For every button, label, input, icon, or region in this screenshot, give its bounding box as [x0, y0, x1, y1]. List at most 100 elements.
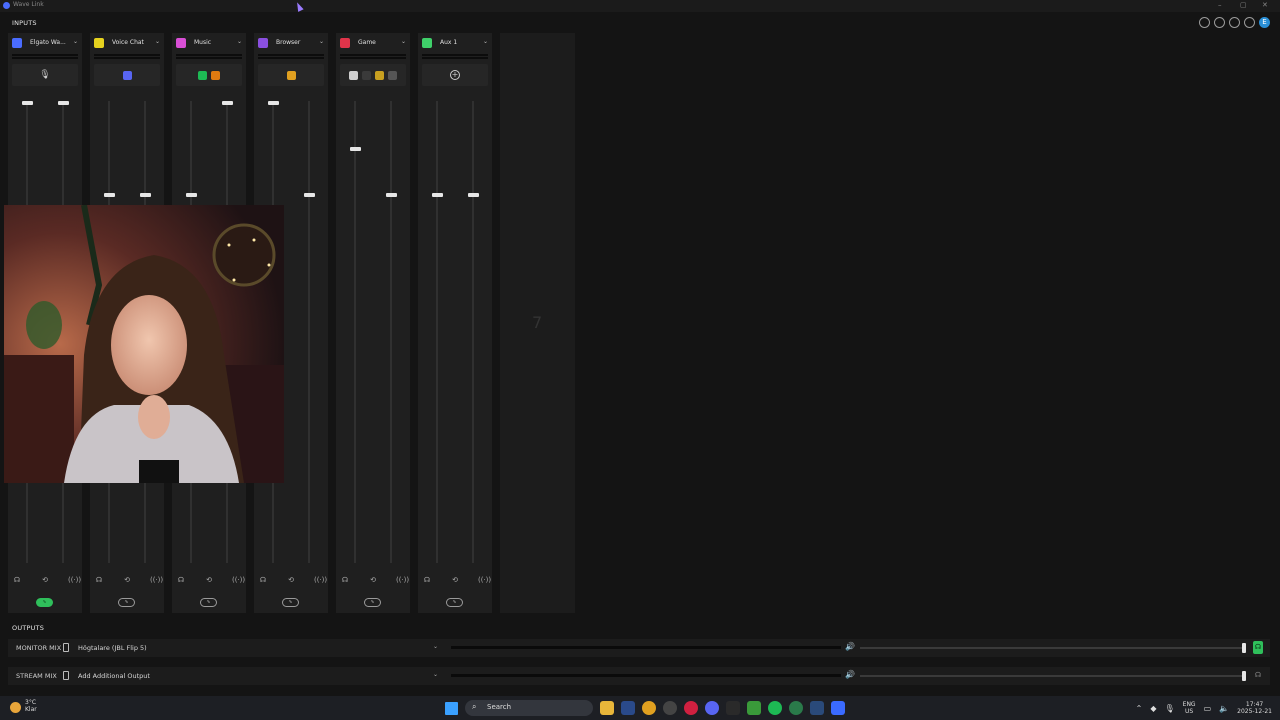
headphones-icon[interactable]: ☊	[94, 576, 104, 584]
effects-toggle[interactable]: ∿	[364, 598, 381, 607]
chevron-down-icon[interactable]: ⌄	[433, 671, 438, 678]
epic-icon[interactable]	[375, 70, 384, 80]
stream-fader-knob[interactable]	[140, 193, 151, 198]
headphones-settings-icon[interactable]	[1229, 17, 1240, 28]
volume-slider-knob[interactable]	[1242, 643, 1246, 653]
link-icon[interactable]: ⟲	[40, 576, 50, 584]
chevron-down-icon[interactable]: ⌄	[483, 38, 488, 45]
mic-icon[interactable]: 🎙	[39, 70, 50, 80]
stream-fader-knob[interactable]	[304, 193, 315, 198]
vlc-icon[interactable]	[211, 70, 220, 80]
spotify-icon[interactable]	[198, 70, 207, 80]
stream-fader-knob[interactable]	[386, 193, 397, 198]
tray-app-icon[interactable]: ◆	[1150, 704, 1156, 713]
monitor-mix-device-select[interactable]: Högtalare (JBL Flip 5)	[78, 644, 147, 652]
link-icon[interactable]: ⟲	[368, 576, 378, 584]
headphones-icon[interactable]: ☊	[176, 576, 186, 584]
minimize-button[interactable]: –	[1218, 1, 1222, 9]
monitor-fader-knob[interactable]	[104, 193, 115, 198]
channel-header[interactable]: Voice Chat ⌄	[94, 38, 160, 48]
discord-icon[interactable]	[705, 701, 719, 715]
microphone-tray-icon[interactable]: 🎙	[1165, 704, 1175, 713]
broadcast-icon[interactable]: ((·))	[314, 576, 327, 584]
stream-listen-toggle[interactable]: ☊	[1253, 669, 1263, 682]
game-app-icon[interactable]	[349, 70, 358, 80]
broadcast-icon[interactable]: ((·))	[478, 576, 491, 584]
volume-icon[interactable]: 🔊	[845, 670, 855, 679]
spotify-icon[interactable]	[768, 701, 782, 715]
stream-fader-knob[interactable]	[468, 193, 479, 198]
capcut-icon[interactable]	[726, 701, 740, 715]
weather-widget[interactable]: 3°C Klar	[25, 699, 37, 713]
chrome-profile-icon[interactable]	[789, 701, 803, 715]
headphones-icon[interactable]: ☊	[340, 576, 350, 584]
headphones-icon[interactable]: ☊	[422, 576, 432, 584]
channel-apps[interactable]: 🎙	[12, 64, 78, 86]
chrome-icon[interactable]	[286, 70, 296, 80]
maximize-button[interactable]: ▢	[1240, 1, 1247, 9]
discord-icon[interactable]	[122, 70, 132, 80]
effects-toggle[interactable]: ∿	[282, 598, 299, 607]
headphones-icon[interactable]: ☊	[12, 576, 22, 584]
taskbar-search[interactable]: ⌕ Search	[465, 700, 593, 716]
broadcast-icon[interactable]: ((·))	[150, 576, 163, 584]
chevron-up-icon[interactable]: ⌃	[1136, 704, 1143, 713]
effects-toggle[interactable]: ∿	[200, 598, 217, 607]
monitor-mix-volume-slider[interactable]	[860, 643, 1246, 653]
chrome-icon[interactable]	[642, 701, 656, 715]
volume-icon[interactable]: 🔊	[845, 642, 855, 651]
chevron-down-icon[interactable]: ⌄	[433, 643, 438, 650]
download-icon[interactable]	[1199, 17, 1210, 28]
stream-fader-knob[interactable]	[222, 101, 233, 105]
stream-mix-fader[interactable]	[390, 101, 392, 563]
chevron-down-icon[interactable]: ⌄	[155, 38, 160, 45]
channel-header[interactable]: Elgato Wa... ⌄	[12, 38, 78, 48]
weather-icon[interactable]	[10, 702, 21, 713]
broadcast-icon[interactable]: ((·))	[396, 576, 409, 584]
monitor-fader-knob[interactable]	[268, 101, 279, 105]
channel-apps[interactable]	[340, 64, 406, 86]
channel-apps[interactable]	[258, 64, 324, 86]
speaker-icon[interactable]: 🔈	[1219, 704, 1229, 713]
elgato-icon[interactable]	[810, 701, 824, 715]
clock[interactable]: 17:47 2025-12-21	[1237, 701, 1272, 715]
channel-header[interactable]: Game ⌄	[340, 38, 406, 48]
chevron-down-icon[interactable]: ⌄	[237, 38, 242, 45]
monitor-fader-knob[interactable]	[432, 193, 443, 198]
account-icon[interactable]: E	[1259, 17, 1270, 28]
channel-header[interactable]: Aux 1 ⌄	[422, 38, 488, 48]
headphones-icon[interactable]: ☊	[258, 576, 268, 584]
add-app-icon[interactable]: +	[450, 70, 460, 80]
monitor-mix-fader[interactable]	[436, 101, 438, 563]
channel-apps[interactable]	[94, 64, 160, 86]
windows-start-icon[interactable]	[445, 701, 458, 715]
network-icon[interactable]: ▭	[1204, 704, 1212, 713]
monitor-fader-knob[interactable]	[186, 193, 197, 198]
minecraft-icon[interactable]	[747, 701, 761, 715]
effects-toggle[interactable]: ∿	[446, 598, 463, 607]
link-icon[interactable]: ⟲	[122, 576, 132, 584]
chevron-down-icon[interactable]: ⌄	[401, 38, 406, 45]
language-indicator[interactable]: ENG US	[1183, 701, 1196, 715]
stream-mix-device-select[interactable]: Add Additional Output	[78, 672, 150, 680]
marketplace-icon[interactable]	[1214, 17, 1225, 28]
more-apps-icon[interactable]	[388, 70, 397, 80]
monitor-fader-knob[interactable]	[22, 101, 33, 105]
chevron-down-icon[interactable]: ⌄	[319, 38, 324, 45]
link-icon[interactable]: ⟲	[450, 576, 460, 584]
monitor-mix-fader[interactable]	[354, 101, 356, 563]
stream-mix-fader[interactable]	[472, 101, 474, 563]
broadcast-icon[interactable]: ((·))	[68, 576, 81, 584]
volume-slider-knob[interactable]	[1242, 671, 1246, 681]
stream-mix-fader[interactable]	[308, 101, 310, 563]
monitor-fader-knob[interactable]	[350, 147, 361, 152]
file-explorer-icon[interactable]	[600, 701, 614, 715]
monitor-listen-toggle[interactable]: ☊	[1253, 641, 1263, 654]
stream-mix-volume-slider[interactable]	[860, 671, 1246, 681]
stream-fader-knob[interactable]	[58, 101, 69, 105]
close-button[interactable]: ✕	[1262, 1, 1268, 9]
channel-header[interactable]: Browser ⌄	[258, 38, 324, 48]
chevron-down-icon[interactable]: ⌄	[73, 38, 78, 45]
link-icon[interactable]: ⟲	[204, 576, 214, 584]
steam-icon[interactable]	[621, 701, 635, 715]
